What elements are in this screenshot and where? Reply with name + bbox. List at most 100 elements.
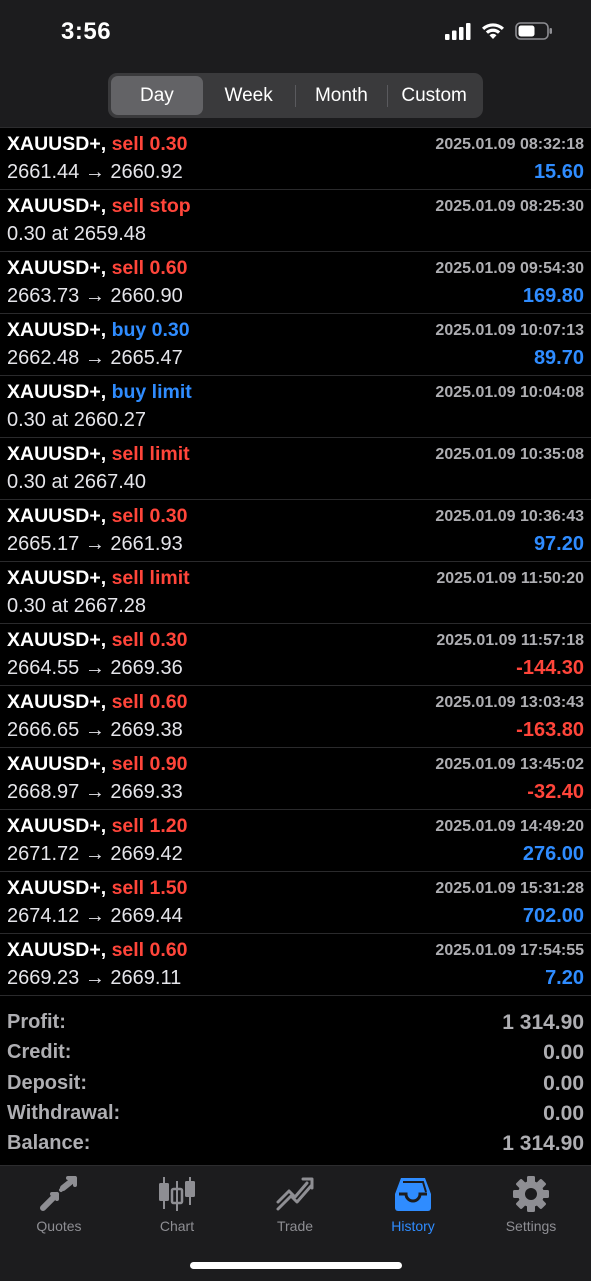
tab-history-label: History [391,1218,435,1234]
deal-action: sell 0.90 [111,753,188,775]
quotes-icon [40,1176,77,1211]
period-segmented-control: Day Week Month Custom [108,73,483,118]
tab-month[interactable]: Month [296,76,388,115]
history-row[interactable]: XAUUSD+, sell stop 0.30 at 2659.48 2025.01… [0,190,591,252]
deal-title: XAUUSD+, sell stop [7,195,191,218]
tab-settings[interactable]: Settings [481,1174,581,1234]
deal-action: sell 0.60 [111,257,188,279]
tab-quotes[interactable]: Quotes [9,1174,109,1234]
history-row[interactable]: XAUUSD+, buy limit 0.30 at 2660.27 2025.01… [0,376,591,438]
history-summary: Profit: 1 314.90 Credit: 0.00 Deposit: 0.00 Wi… [0,1008,591,1159]
history-row[interactable]: XAUUSD+, sell 0.90 2668.97 → 2669.33 2025.… [0,748,591,810]
deal-title: XAUUSD+, sell 0.60 [7,257,187,280]
history-row[interactable]: XAUUSD+, buy 0.30 2662.48 → 2665.47 2025.0… [0,314,591,376]
deal-profit: 7.20 [545,967,584,989]
deal-time: 2025.01.09 11:57:18 [436,632,584,649]
chart-icon [159,1177,195,1211]
deal-symbol: XAUUSD+, [7,815,107,837]
deal-action: sell 0.30 [111,133,188,155]
deal-action: sell limit [111,443,190,465]
deal-prices: 0.30 at 2667.40 [7,471,147,493]
deal-prices: 2665.17 → 2661.93 [7,533,183,555]
deal-symbol: XAUUSD+, [7,381,107,403]
tab-history[interactable]: History [363,1174,463,1234]
summary-row: Credit: 0.00 [0,1038,591,1068]
history-row[interactable]: XAUUSD+, sell 0.30 2665.17 → 2661.93 2025.… [0,500,591,562]
history-row[interactable]: XAUUSD+, sell 1.20 2671.72 → 2669.42 2025.… [0,810,591,872]
deal-time: 2025.01.09 13:45:02 [435,756,584,773]
deal-profit: 276.00 [522,843,584,865]
bottom-tab-bar: Quotes Chart Trade History Settings [0,1165,591,1281]
home-indicator [190,1262,402,1269]
history-row[interactable]: XAUUSD+, sell 1.50 2674.12 → 2669.44 2025.… [0,872,591,934]
deal-time: 2025.01.09 17:54:55 [435,942,584,959]
deal-prices: 2674.12 → 2669.44 [7,905,183,927]
deal-symbol: XAUUSD+, [7,691,107,713]
summary-value: 0.00 [543,1071,584,1095]
history-row[interactable]: XAUUSD+, sell 0.60 2669.23 → 2669.11 2025.… [0,934,591,996]
deal-prices: 2666.65 → 2669.38 [7,719,183,741]
deal-title: XAUUSD+, buy limit [7,381,192,404]
deal-time: 2025.01.09 10:35:08 [435,446,584,463]
deal-time: 2025.01.09 09:54:30 [435,260,584,277]
deal-action: sell 1.50 [111,877,188,899]
summary-row: Deposit: 0.00 [0,1069,591,1099]
cellular-signal-icon [445,23,471,40]
deal-profit: -144.30 [516,657,584,679]
deal-title: XAUUSD+, sell 0.30 [7,505,187,528]
history-row[interactable]: XAUUSD+, sell 0.30 2661.44 → 2660.92 2025.… [0,128,591,190]
deal-profit: 169.80 [522,285,584,307]
deal-action: sell 1.20 [111,815,188,837]
deal-time: 2025.01.09 08:32:18 [435,136,584,153]
history-row[interactable]: XAUUSD+, sell 0.60 2663.73 → 2660.90 2025.… [0,252,591,314]
battery-icon [515,22,552,40]
summary-label: Withdrawal: [7,1101,121,1124]
summary-label: Deposit: [7,1071,87,1094]
deal-symbol: XAUUSD+, [7,133,107,155]
tab-trade[interactable]: Trade [245,1174,345,1234]
deal-title: XAUUSD+, sell 1.20 [7,815,187,838]
history-row[interactable]: XAUUSD+, sell limit 0.30 at 2667.40 2025.0… [0,438,591,500]
deal-time: 2025.01.09 15:31:28 [435,880,584,897]
tab-chart-label: Chart [159,1218,195,1234]
deal-title: XAUUSD+, sell 0.60 [7,939,187,962]
summary-value: 0.00 [543,1101,584,1125]
tab-trade-label: Trade [276,1218,314,1234]
summary-label: Profit: [7,1011,66,1033]
deal-title: XAUUSD+, sell 0.30 [7,629,187,652]
deal-time: 2025.01.09 13:03:43 [435,694,584,711]
summary-value: 0.00 [543,1041,584,1065]
deal-title: XAUUSD+, sell limit [7,567,190,590]
deal-symbol: XAUUSD+, [7,443,107,465]
header: 3:56 Day Week Month Custom [0,0,591,128]
summary-row: Profit: 1 314.90 [0,1008,591,1038]
deal-prices: 0.30 at 2659.48 [7,223,147,245]
deal-time: 2025.01.09 11:50:20 [436,570,584,587]
tab-week[interactable]: Week [203,76,295,115]
tab-chart[interactable]: Chart [127,1174,227,1234]
deal-action: sell 0.30 [111,505,188,527]
history-row[interactable]: XAUUSD+, sell 0.30 2664.55 → 2669.36 2025.… [0,624,591,686]
history-row[interactable]: XAUUSD+, sell 0.60 2666.65 → 2669.38 2025.… [0,686,591,748]
deal-action: sell 0.60 [111,691,188,713]
summary-label: Balance: [7,1132,91,1155]
deal-profit: -32.40 [527,781,584,803]
status-time: 3:56 [61,18,112,45]
tab-custom[interactable]: Custom [388,76,480,115]
deal-prices: 2671.72 → 2669.42 [7,843,183,865]
history-icon [395,1178,431,1211]
tab-day[interactable]: Day [111,76,203,115]
summary-value: 1 314.90 [502,1011,584,1034]
deal-action: sell 0.30 [111,629,188,651]
deal-action: sell limit [111,567,190,589]
deal-action: buy limit [111,381,192,403]
deal-time: 2025.01.09 10:07:13 [435,322,584,339]
summary-row: Withdrawal: 0.00 [0,1099,591,1129]
deal-title: XAUUSD+, sell 0.60 [7,691,187,714]
deal-prices: 2661.44 → 2660.92 [7,161,183,183]
tab-settings-label: Settings [505,1218,557,1234]
deal-prices: 0.30 at 2660.27 [7,409,147,431]
deal-action: sell stop [111,195,191,217]
history-row[interactable]: XAUUSD+, sell limit 0.30 at 2667.28 2025.0… [0,562,591,624]
deal-action: buy 0.30 [111,319,190,341]
